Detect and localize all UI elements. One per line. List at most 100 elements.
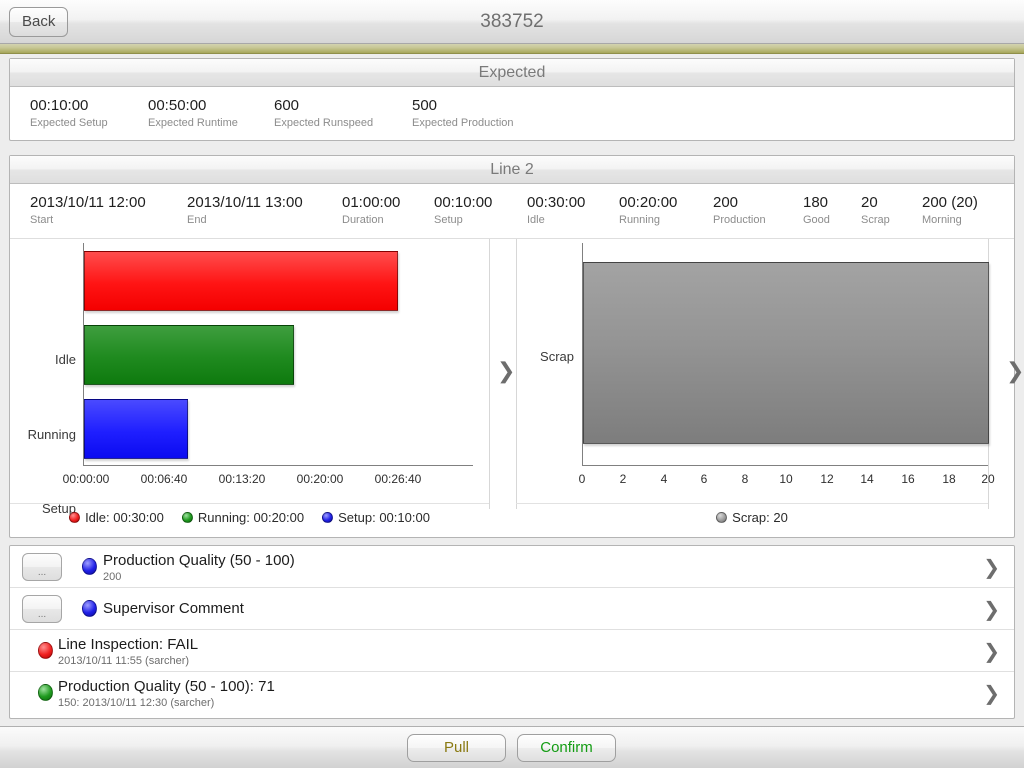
expected-stat-2: 600 Expected Runspeed <box>274 97 373 129</box>
time-bar-chart: Idle Running Setup 00:00:00 00:06:40 00:… <box>10 239 489 525</box>
chart2-tick-1: 2 <box>619 472 627 486</box>
chart2-legend-gray-dot-icon <box>716 512 728 523</box>
list-item-chevron-right-icon[interactable]: ❯ <box>983 681 1000 705</box>
chart2-legend-item-0: Scrap: 20 <box>716 504 788 532</box>
chart2-tick-2: 4 <box>660 472 668 486</box>
chart1-legend-red-dot-icon <box>69 512 81 523</box>
list-item-title: Production Quality (50 - 100): 71 <box>58 678 275 695</box>
row-options-button[interactable]: ... <box>22 553 62 581</box>
line-stat-0-label: Start <box>30 214 54 226</box>
list-item-subtitle: 2013/10/11 11:55 (sarcher) <box>58 655 190 667</box>
chart2-category-label-0: Scrap <box>540 349 574 364</box>
line-panel-header: Line 2 <box>10 156 1014 184</box>
expected-stat-0-value: 00:10:00 <box>30 97 89 114</box>
expected-panel: Expected 00:10:00 Expected Setup 00:50:00 E… <box>9 58 1015 141</box>
chart2-legend-item-0-label: Scrap: 20 <box>732 510 788 525</box>
scrap-bar-chart: Scrap 0 2 4 6 8 10 12 14 16 18 20 Scrap:… <box>516 239 995 525</box>
line-stat-9-value: 200 (20) <box>922 194 978 211</box>
chart2-tick-6: 12 <box>820 472 834 486</box>
chart2-tick-9: 18 <box>942 472 956 486</box>
accent-strip <box>0 44 1024 54</box>
expected-panel-header: Expected <box>10 59 1014 87</box>
list-item[interactable]: ... Production Quality (50 - 100) 200 ❯ <box>10 546 1014 588</box>
expected-stat-1-value: 00:50:00 <box>148 97 207 114</box>
chart1-bar-idle <box>84 251 398 311</box>
chart1-tick-0: 00:00:00 <box>62 472 110 486</box>
expected-stat-0: 00:10:00 Expected Setup <box>30 97 108 129</box>
chart2-bar-scrap <box>583 262 989 444</box>
chart1-legend-item-1-label: Running: 00:20:00 <box>197 510 305 525</box>
list-item-title: Supervisor Comment <box>103 600 244 617</box>
chart1-legend-item-2: Setup: 00:10:00 <box>322 504 430 532</box>
line-stat-6-label: Production <box>713 214 766 226</box>
line-stat-1-label: End <box>187 214 207 226</box>
line-stat-4: 00:30:00 Idle <box>527 194 585 226</box>
chart2-next-chevron-icon[interactable]: ❯ <box>1006 361 1024 383</box>
list-item-chevron-right-icon[interactable]: ❯ <box>983 555 1000 579</box>
chart-separator-left <box>489 239 490 509</box>
chart1-legend-item-2-label: Setup: 00:10:00 <box>338 510 430 525</box>
line-stat-3-label: Setup <box>434 214 463 226</box>
line-stat-1-value: 2013/10/11 13:00 <box>187 194 303 211</box>
line-stat-5-label: Running <box>619 214 660 226</box>
chart1-tick-1: 00:06:40 <box>140 472 188 486</box>
list-item-subtitle: 200 <box>103 571 122 583</box>
line-stat-8: 20 Scrap <box>861 194 890 226</box>
line-stat-5: 00:20:00 Running <box>619 194 677 226</box>
line-stat-0: 2013/10/11 12:00 Start <box>30 194 146 226</box>
status-blue-dot-icon <box>82 600 97 617</box>
line-stat-9: 200 (20) Morning <box>922 194 978 226</box>
chart1-category-label-0: Idle <box>55 352 76 367</box>
chart1-legend: Idle: 00:30:00 Running: 00:20:00 Setup: 00… <box>10 503 489 532</box>
line-stat-6: 200 Production <box>713 194 766 226</box>
chart2-x-axis <box>582 465 988 466</box>
line-stat-2: 01:00:00 Duration <box>342 194 400 226</box>
line-stat-7: 180 Good <box>803 194 830 226</box>
list-item[interactable]: Production Quality (50 - 100): 71 150: 20… <box>10 672 1014 714</box>
page-title: 383752 <box>480 11 544 32</box>
chart1-legend-item-1: Running: 00:20:00 <box>181 504 305 532</box>
expected-stat-3-label: Expected Production <box>412 117 514 129</box>
detail-list-panel: ... Production Quality (50 - 100) 200 ❯... S… <box>9 545 1015 719</box>
chart2-tick-4: 8 <box>741 472 749 486</box>
chart1-next-chevron-icon[interactable]: ❯ <box>497 361 515 383</box>
line-stat-5-value: 00:20:00 <box>619 194 678 211</box>
list-item[interactable]: ... Supervisor Comment ❯ <box>10 588 1014 630</box>
chart1-bar-setup <box>84 399 188 459</box>
row-options-button[interactable]: ... <box>22 595 62 623</box>
chart2-tick-8: 16 <box>901 472 915 486</box>
chart1-legend-item-0: Idle: 00:30:00 <box>69 504 164 532</box>
pull-button[interactable]: Pull <box>407 734 506 762</box>
line-stat-2-label: Duration <box>342 214 384 226</box>
line-stat-2-value: 01:00:00 <box>342 194 401 211</box>
list-item-title: Production Quality (50 - 100) <box>103 552 295 569</box>
line-stat-4-value: 00:30:00 <box>527 194 586 211</box>
list-item-chevron-right-icon[interactable]: ❯ <box>983 639 1000 663</box>
confirm-button[interactable]: Confirm <box>517 734 616 762</box>
chart1-legend-blue-dot-icon <box>322 512 334 523</box>
chart2-tick-7: 14 <box>860 472 874 486</box>
line-stats-row: 2013/10/11 12:00 Start 2013/10/11 13:00 End… <box>10 184 1014 239</box>
line-stat-7-value: 180 <box>803 194 829 211</box>
chart1-tick-3: 00:20:00 <box>296 472 344 486</box>
line-stat-3-value: 00:10:00 <box>434 194 493 211</box>
line-stat-8-value: 20 <box>861 194 878 211</box>
expected-stat-1: 00:50:00 Expected Runtime <box>148 97 238 129</box>
chart1-tick-2: 00:13:20 <box>218 472 266 486</box>
line-panel: Line 2 2013/10/11 12:00 Start 2013/10/11 1… <box>9 155 1024 538</box>
line-stat-3: 00:10:00 Setup <box>434 194 492 226</box>
expected-stat-3-value: 500 <box>412 97 438 114</box>
chart1-category-label-1: Running <box>27 427 76 442</box>
list-item-chevron-right-icon[interactable]: ❯ <box>983 597 1000 621</box>
expected-stat-2-value: 600 <box>274 97 300 114</box>
line-stat-8-label: Scrap <box>861 214 890 226</box>
line-stat-7-label: Good <box>803 214 830 226</box>
list-item[interactable]: Line Inspection: FAIL 2013/10/11 11:55 (s… <box>10 630 1014 672</box>
charts-area: Idle Running Setup 00:00:00 00:06:40 00:… <box>10 239 1024 538</box>
top-navigation-bar: Back 383752 <box>0 0 1024 44</box>
list-item-subtitle: 150: 2013/10/11 12:30 (sarcher) <box>58 697 215 709</box>
chart2-tick-3: 6 <box>700 472 708 486</box>
expected-stat-3: 500 Expected Production <box>412 97 514 129</box>
line-stat-0-value: 2013/10/11 12:00 <box>30 194 146 211</box>
chart1-tick-4: 00:26:40 <box>374 472 422 486</box>
